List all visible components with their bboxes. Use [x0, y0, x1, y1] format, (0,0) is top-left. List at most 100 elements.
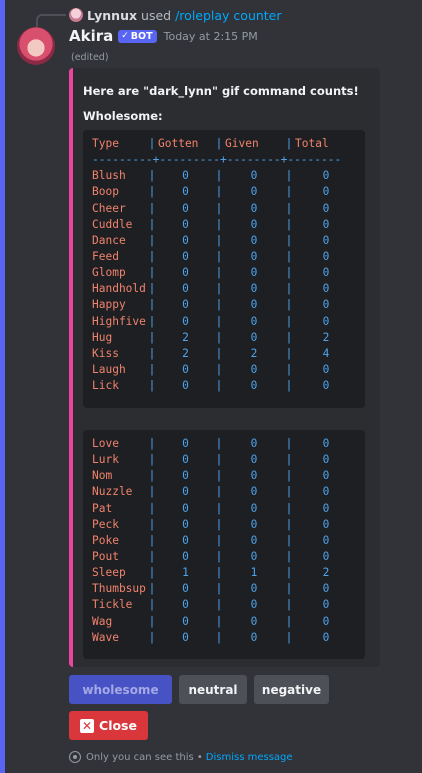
column-divider: | — [285, 533, 293, 547]
reply-username[interactable]: Lynnux — [87, 8, 137, 23]
author-avatar[interactable] — [17, 27, 55, 65]
cell-gotten: 0 — [182, 362, 189, 376]
column-divider: | — [148, 379, 156, 393]
cell-gotten: 0 — [182, 598, 189, 612]
reply-context[interactable]: Lynnux used /roleplay counter — [69, 6, 282, 24]
negative-button[interactable]: negative — [254, 675, 329, 704]
cell-type: Cheer — [92, 201, 126, 215]
column-divider: | — [215, 549, 223, 563]
column-divider: | — [215, 533, 223, 547]
cell-total: 0 — [322, 282, 330, 296]
column-divider: | — [148, 217, 156, 231]
close-button[interactable]: ✕ Close — [69, 711, 148, 740]
cell-gotten: 0 — [182, 169, 189, 183]
cell-type: Feed — [92, 249, 119, 263]
cell-given: 0 — [250, 614, 258, 628]
eye-icon — [69, 751, 81, 763]
embed-section-title: Wholesome: — [83, 109, 163, 123]
cell-gotten: 1 — [182, 566, 189, 580]
cell-given: 0 — [250, 298, 258, 312]
edited-label: (edited) — [71, 52, 109, 63]
table-row: Happy | 0 | 0 | 0 — [83, 297, 365, 313]
cell-total: 0 — [322, 469, 330, 483]
cell-given: 0 — [250, 362, 258, 376]
cell-total: 0 — [322, 533, 330, 547]
column-divider: | — [148, 137, 156, 150]
column-divider: | — [215, 201, 223, 215]
cell-gotten: 0 — [182, 185, 189, 199]
column-divider: | — [215, 233, 223, 247]
column-divider: | — [215, 185, 223, 199]
column-divider: | — [148, 185, 156, 199]
cell-type: Hug — [92, 330, 113, 344]
cell-total: 0 — [322, 185, 330, 199]
cell-gotten: 0 — [182, 469, 189, 483]
column-divider: | — [215, 298, 223, 312]
table-row: Blush | 0 | 0 | 0 — [83, 168, 365, 184]
cell-gotten: 0 — [182, 501, 189, 515]
column-divider: | — [215, 379, 223, 393]
column-divider: | — [148, 582, 156, 596]
close-button-label: Close — [99, 718, 137, 733]
table-row: Sleep | 1 | 1 | 2 — [83, 565, 365, 581]
cell-total: 0 — [322, 582, 330, 596]
dismiss-message-link[interactable]: Dismiss message — [206, 752, 293, 763]
cell-gotten: 0 — [182, 266, 189, 280]
table-body-part1: Blush | 0 | 0 | 0 Boop | 0 | 0 | 0 Cheer | 0 | 0 | 0 Cuddle | 0… — [83, 168, 365, 394]
column-divider: | — [148, 233, 156, 247]
cell-given: 0 — [250, 533, 258, 547]
table-header-row: Type | Gotten | Given | Total — [83, 136, 365, 152]
table-row: Peck | 0 | 0 | 0 — [83, 517, 365, 533]
ephemeral-notice: Only you can see this • Dismiss message — [69, 751, 293, 763]
neutral-button[interactable]: neutral — [179, 675, 247, 704]
column-divider: | — [148, 437, 156, 450]
cell-type: Handhold — [92, 282, 146, 296]
table-row: Feed | 0 | 0 | 0 — [83, 249, 365, 265]
ephemeral-highlight-bar — [0, 0, 5, 773]
cell-type: Sleep — [92, 566, 126, 580]
column-divider: | — [285, 362, 293, 376]
table-row: Nom | 0 | 0 | 0 — [83, 468, 365, 484]
cell-type: Love — [92, 437, 119, 450]
table-row: Glomp | 0 | 0 | 0 — [83, 265, 365, 281]
wholesome-button[interactable]: wholesome — [69, 675, 172, 704]
table-row: Lick | 0 | 0 | 0 — [83, 378, 365, 394]
cell-total: 2 — [322, 330, 330, 344]
column-divider: | — [285, 453, 293, 467]
column-divider: | — [285, 549, 293, 563]
column-divider: | — [215, 282, 223, 296]
cell-given: 0 — [250, 437, 258, 450]
cell-type: Cuddle — [92, 217, 133, 231]
cell-type: Laugh — [92, 362, 126, 376]
message-timestamp[interactable]: Today at 2:15 PM — [164, 30, 258, 43]
cell-gotten: 2 — [182, 346, 189, 360]
cell-given: 0 — [250, 169, 258, 183]
cell-given: 0 — [250, 469, 258, 483]
reply-command-link[interactable]: /roleplay counter — [175, 8, 281, 23]
column-divider: | — [215, 469, 223, 483]
cell-total: 0 — [322, 437, 330, 450]
column-divider: | — [148, 330, 156, 344]
reply-avatar[interactable] — [69, 8, 83, 22]
column-divider: | — [285, 379, 293, 393]
column-divider: | — [285, 282, 293, 296]
cell-gotten: 0 — [182, 201, 189, 215]
header-total: Total — [295, 137, 329, 150]
column-divider: | — [285, 314, 293, 328]
column-divider: | — [215, 501, 223, 515]
column-divider: | — [285, 201, 293, 215]
column-divider: | — [148, 501, 156, 515]
column-divider: | — [148, 314, 156, 328]
cell-given: 0 — [250, 517, 258, 531]
header-given: Given — [225, 137, 259, 150]
table-row: Hug | 2 | 0 | 2 — [83, 330, 365, 346]
table-row: Kiss | 2 | 2 | 4 — [83, 346, 365, 362]
cell-gotten: 0 — [182, 517, 189, 531]
table-row: Nuzzle | 0 | 0 | 0 — [83, 484, 365, 500]
column-divider: | — [148, 282, 156, 296]
table-row: Wag | 0 | 0 | 0 — [83, 614, 365, 630]
table-row: Thumbsup | 0 | 0 | 0 — [83, 581, 365, 597]
author-name[interactable]: Akira — [69, 27, 113, 45]
column-divider: | — [285, 233, 293, 247]
column-divider: | — [215, 566, 223, 580]
